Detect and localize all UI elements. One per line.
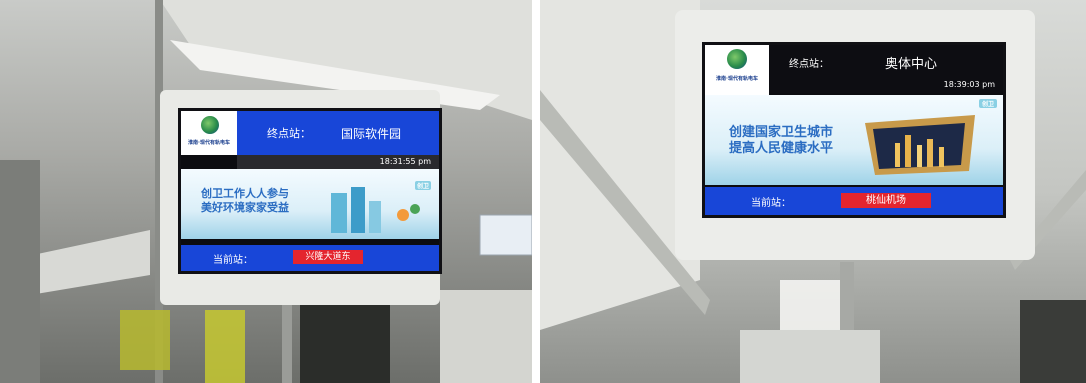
window-dark [1020, 300, 1086, 383]
header-bar: 淮南·现代有轨电车 终点站： 国际软件园 [181, 111, 439, 155]
ad-line-2: 美好环境家家受益 [201, 201, 289, 214]
footer-bar: 当前站： 桃仙机场 [705, 187, 1003, 215]
ad-banner: 创建国家卫生城市 提高人民健康水平 创卫 [705, 95, 1003, 185]
logo: 淮南·现代有轨电车 [181, 111, 237, 155]
city-skyline-photo [865, 115, 975, 175]
yellow-seat [120, 310, 170, 370]
clock: 18:31:55 pm [237, 155, 439, 169]
footer-bar: 当前站： 兴隆大道东 [181, 245, 439, 271]
door-panel [440, 290, 532, 383]
image-divider [532, 0, 540, 383]
clock: 18:39:03 pm [769, 77, 1003, 93]
current-station: 兴隆大道东 [293, 250, 363, 264]
left-photo: 淮南·现代有轨电车 终点站： 国际软件园 18:31:55 pm 创卫工作人人参… [0, 0, 532, 383]
ad-line-2: 提高人民健康水平 [729, 141, 834, 156]
terminal-label: 终点站： [789, 59, 829, 70]
logo: 淮南·现代有轨电车 [705, 45, 769, 95]
logo-text: 淮南·现代有轨电车 [188, 140, 230, 146]
city-illustration [331, 187, 420, 233]
logo-text: 淮南·现代有轨电车 [716, 76, 758, 82]
pis-screen-right: 淮南·现代有轨电车 终点站： 奥体中心 18:39:03 pm 创建国家卫生城市… [702, 42, 1006, 218]
ad-banner: 创卫工作人人参与 美好环境家家受益 创卫 [181, 169, 439, 239]
current-station: 桃仙机场 [841, 193, 931, 208]
yellow-handle [205, 310, 245, 383]
far-ceiling [740, 330, 880, 383]
right-photo: 淮南·现代有轨电车 终点站： 奥体中心 18:39:03 pm 创建国家卫生城市… [540, 0, 1086, 383]
tram-logo-icon [201, 116, 219, 134]
ad-badge: 创卫 [979, 99, 997, 108]
tram-logo-icon [727, 49, 747, 69]
header-bar: 淮南·现代有轨电车 终点站： 奥体中心 [705, 45, 1003, 95]
grab-pole [282, 300, 292, 383]
terminal-label: 终点站： [267, 127, 311, 140]
current-label: 当前站： [751, 198, 791, 209]
pis-screen-left: 淮南·现代有轨电车 终点站： 国际软件园 18:31:55 pm 创卫工作人人参… [178, 108, 442, 274]
terminal-station: 国际软件园 [341, 127, 402, 141]
small-route-display [479, 214, 532, 256]
current-label: 当前站： [213, 255, 253, 266]
side-wall [0, 160, 40, 383]
terminal-station: 奥体中心 [885, 57, 938, 72]
